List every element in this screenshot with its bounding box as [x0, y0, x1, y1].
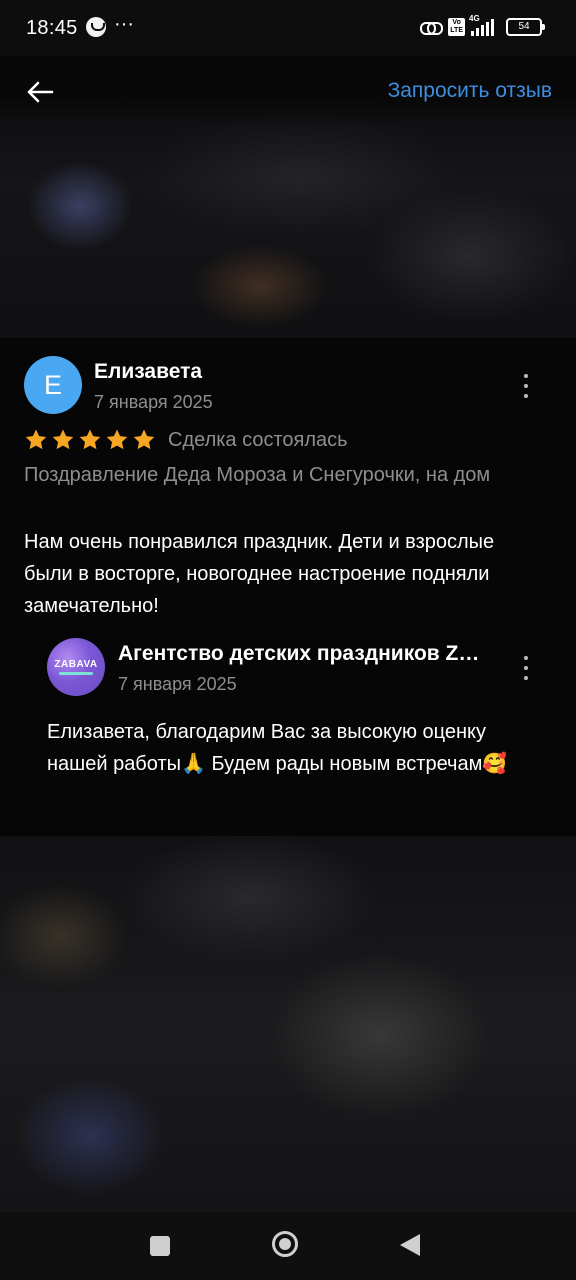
review-more-icon[interactable]	[523, 374, 529, 398]
business-avatar: ZABAVA	[47, 638, 105, 696]
reply-more-icon[interactable]	[523, 656, 529, 680]
back-button[interactable]	[22, 74, 58, 110]
blurred-background-bottom	[0, 836, 576, 1212]
system-back-button[interactable]	[400, 1234, 420, 1256]
star-icon	[25, 429, 47, 450]
recents-button[interactable]	[150, 1236, 170, 1256]
request-review-button[interactable]: Запросить отзыв	[388, 79, 552, 103]
reviewer-avatar: Е	[24, 356, 82, 414]
star-icon	[106, 429, 128, 450]
arrow-left-icon	[27, 81, 54, 103]
business-logo-bar	[59, 672, 93, 675]
review-date: 7 января 2025	[94, 392, 213, 412]
business-logo: ZABAVA	[54, 659, 98, 670]
reviewer-name: Елизавета	[94, 360, 203, 383]
reply-date: 7 января 2025	[118, 674, 237, 694]
rating-stars	[24, 428, 156, 452]
deal-status: Сделка состоялась	[168, 428, 348, 451]
star-icon	[133, 429, 155, 450]
more-notifications-icon: ···	[114, 13, 134, 35]
volte-icon: Vo LTE	[448, 18, 465, 36]
status-icons: Vo LTE 4G 54	[420, 14, 545, 36]
status-time: 18:45	[26, 17, 78, 39]
network-type: 4G	[469, 14, 480, 23]
review-text: Нам очень понравился праздник. Дети и вз…	[24, 531, 495, 617]
status-bar: 18:45 ··· Vo LTE 4G 54	[0, 0, 576, 56]
battery-icon: 54	[506, 18, 545, 36]
star-icon	[52, 429, 74, 450]
review-card: Е Елизавета 7 января 2025 Сделка состоял…	[0, 338, 576, 836]
service-name: Поздравление Деда Мороза и Снегурочки, н…	[24, 464, 491, 486]
signal-icon: 4G	[469, 14, 494, 36]
system-nav-bar	[0, 1212, 576, 1280]
notification-app-icon	[86, 17, 106, 37]
star-icon	[79, 429, 101, 450]
business-name: Агентство детских праздников ZABAVA	[118, 642, 488, 665]
home-button[interactable]	[272, 1231, 298, 1257]
rating-row: Сделка состоялась	[24, 428, 348, 452]
reply-text: Елизавета, благодарим Вас за высокую оце…	[47, 721, 508, 775]
link-icon	[420, 19, 444, 35]
